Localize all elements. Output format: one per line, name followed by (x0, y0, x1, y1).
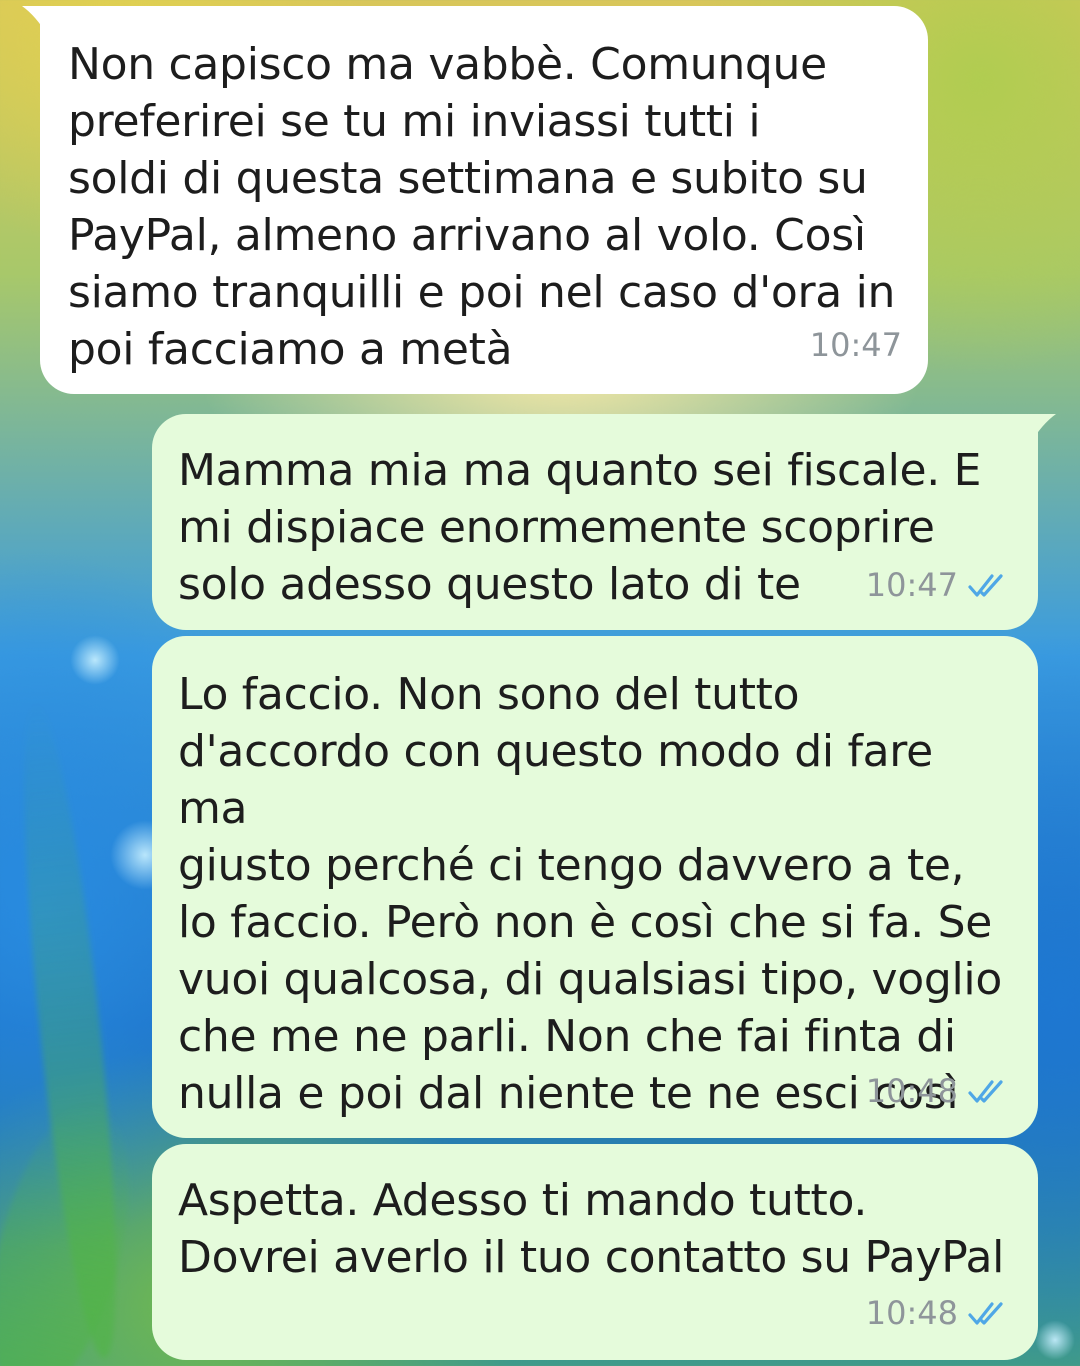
message-timestamp: 10:48 (865, 1072, 958, 1110)
message-bubble-outgoing[interactable]: Aspetta. Adesso ti mando tutto. Dovrei a… (152, 1144, 1038, 1360)
message-bubble-outgoing[interactable]: Lo faccio. Non sono del tutto d'accordo … (152, 636, 1038, 1138)
message-meta: 10:47 (866, 557, 1012, 614)
message-bubble-incoming[interactable]: Non capisco ma vabbè. Comunque preferire… (22, 6, 928, 394)
message-meta: 10:48 (866, 1285, 1012, 1342)
double-check-icon (968, 1301, 1003, 1325)
chat-thread[interactable]: Non capisco ma vabbè. Comunque preferire… (0, 0, 1080, 1366)
bubble-tail-outgoing (1016, 414, 1056, 444)
message-timestamp: 10:47 (865, 566, 958, 604)
message-timestamp: 10:47 (809, 326, 902, 364)
message-meta: 10:47 (810, 317, 902, 374)
message-text: Non capisco ma vabbè. Comunque preferire… (68, 39, 896, 375)
double-check-icon (968, 1079, 1003, 1103)
message-meta: 10:48 (866, 1063, 1012, 1120)
message-bubble-outgoing[interactable]: Mamma mia ma quanto sei fiscale. E mi di… (152, 414, 1056, 630)
message-timestamp: 10:48 (865, 1294, 958, 1332)
message-text: Aspetta. Adesso ti mando tutto. Dovrei a… (178, 1175, 1005, 1283)
message-text: Lo faccio. Non sono del tutto d'accordo … (178, 669, 1002, 1119)
double-check-icon (968, 573, 1003, 597)
bubble-tail-incoming (22, 6, 62, 36)
